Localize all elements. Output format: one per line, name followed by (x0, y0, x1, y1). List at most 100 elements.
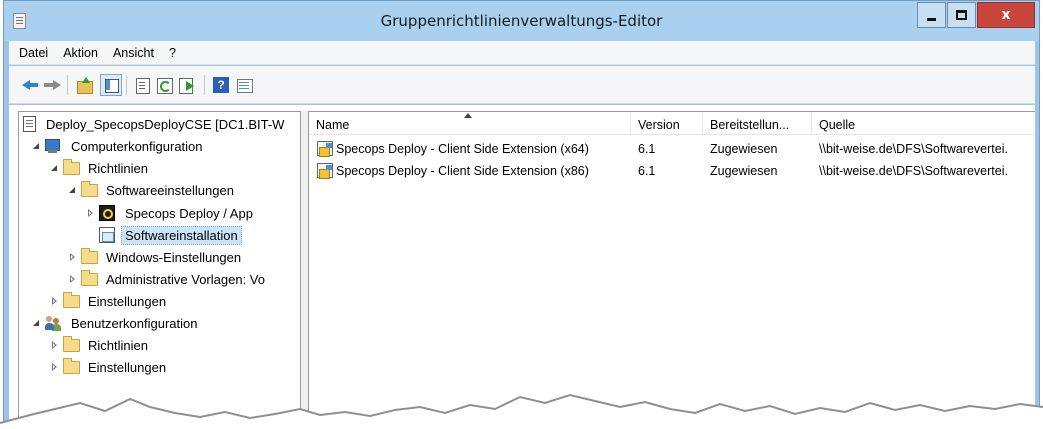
expand-closed-icon[interactable] (49, 296, 60, 306)
minimize-icon (927, 17, 936, 21)
expand-open-icon[interactable] (49, 163, 60, 173)
cell-name: Specops Deploy - Client Side Extension (… (336, 142, 589, 156)
column-header-version[interactable]: Version (631, 112, 703, 135)
cell-version: 6.1 (638, 164, 656, 178)
folder-icon (63, 357, 80, 374)
forward-icon[interactable] (44, 77, 61, 93)
package-icon (317, 163, 333, 179)
expand-open-icon[interactable] (31, 141, 42, 151)
tree-root-gpo[interactable]: Deploy_SpecopsDeployCSE [DC1.BIT-W (23, 113, 288, 135)
menu-datei[interactable]: Datei (12, 46, 56, 60)
editor-window: Gruppenrichtlinienverwaltungs-Editor x D… (3, 0, 1040, 429)
tree-item-label: Deploy_SpecopsDeployCSE [DC1.BIT-W (46, 116, 285, 132)
list-item[interactable]: Specops Deploy - Client Side Extension (… (309, 160, 1035, 182)
folder-icon (63, 335, 80, 352)
cell-source: \\bit-weise.de\DFS\Softwarevertei. (819, 164, 1008, 178)
cell-name: Specops Deploy - Client Side Extension (… (336, 164, 589, 178)
view-icon[interactable] (236, 77, 253, 93)
toolbar-separator (204, 75, 205, 95)
expand-closed-icon[interactable] (67, 274, 78, 284)
toolbar: ? (9, 66, 1035, 104)
pane-splitter[interactable] (301, 111, 308, 429)
document-icon (23, 116, 36, 132)
tree-item-einstellungen[interactable]: Einstellungen (49, 290, 170, 312)
properties-icon[interactable] (134, 77, 151, 94)
column-header-label: Name (316, 118, 350, 132)
tree-item-benutzerkonfiguration[interactable]: Benutzerkonfiguration (31, 312, 201, 334)
tree-item-windows-einstellungen[interactable]: Windows-Einstellungen (67, 246, 245, 268)
column-header-label: Quelle (819, 118, 856, 132)
list-header: Name Version Bereitstellun... Quelle (309, 112, 1035, 135)
title-bar[interactable]: Gruppenrichtlinienverwaltungs-Editor x (4, 1, 1039, 41)
export-list-icon[interactable] (178, 77, 195, 94)
column-header-label: Bereitstellun... (710, 118, 790, 132)
tree-item-label: Windows-Einstellungen (106, 249, 242, 265)
tree-item-label: Administrative Vorlagen: Vo (106, 271, 265, 287)
expand-closed-icon[interactable] (85, 208, 96, 218)
expand-closed-icon[interactable] (67, 252, 78, 262)
tree-item-label: Einstellungen (88, 359, 167, 375)
folder-icon (81, 269, 98, 286)
cell-source: \\bit-weise.de\DFS\Softwarevertei. (819, 142, 1008, 156)
content-area: Deploy_SpecopsDeployCSE [DC1.BIT-W Compu… (9, 105, 1035, 429)
cell-deployment: Zugewiesen (710, 164, 778, 178)
toolbar-separator (126, 75, 127, 95)
expand-closed-icon[interactable] (49, 362, 60, 372)
tree-pane: Deploy_SpecopsDeployCSE [DC1.BIT-W Compu… (18, 111, 301, 429)
tree-item-label: Benutzerkonfiguration (71, 315, 198, 331)
folder-icon (63, 158, 80, 175)
folder-icon (81, 247, 98, 264)
column-header-source[interactable]: Quelle (812, 112, 1035, 135)
tree-item-label: Richtlinien (88, 337, 148, 353)
up-level-icon[interactable] (76, 77, 93, 94)
toolbar-separator (67, 75, 68, 95)
expand-open-icon[interactable] (67, 185, 78, 195)
tree-item-label: Softwareeinstellungen (106, 182, 234, 198)
column-header-deployment[interactable]: Bereitstellun... (703, 112, 812, 135)
refresh-icon[interactable] (156, 77, 173, 94)
tree-item-computerkonfiguration[interactable]: Computerkonfiguration (31, 135, 207, 157)
torn-edge-decoration (0, 393, 1043, 429)
close-button[interactable]: x (977, 2, 1035, 28)
back-icon[interactable] (22, 77, 39, 93)
tree-item-softwareeinstellungen[interactable]: Softwareeinstellungen (67, 179, 238, 201)
menu-bar: Datei Aktion Ansicht ? (9, 41, 1035, 65)
close-icon: x (1001, 7, 1011, 23)
window-title: Gruppenrichtlinienverwaltungs-Editor (380, 12, 663, 30)
tree-item-softwareinstallation[interactable]: Softwareinstallation (99, 224, 242, 246)
tree-item-richtlinien[interactable]: Richtlinien (49, 157, 152, 179)
folder-icon (63, 291, 80, 308)
tree-item-label: Einstellungen (88, 293, 167, 309)
column-header-label: Version (638, 118, 680, 132)
software-install-icon (99, 227, 115, 243)
list-item[interactable]: Specops Deploy - Client Side Extension (… (309, 138, 1035, 160)
tree-item-user-einstellungen[interactable]: Einstellungen (49, 356, 170, 378)
tree-item-label: Softwareinstallation (121, 225, 242, 245)
cell-version: 6.1 (638, 142, 656, 156)
show-tree-icon[interactable] (100, 74, 122, 96)
maximize-button[interactable] (947, 2, 976, 28)
specops-icon (99, 205, 115, 221)
folder-icon (81, 180, 98, 197)
expand-closed-icon[interactable] (49, 340, 60, 350)
menu-aktion[interactable]: Aktion (56, 46, 106, 60)
tree-item-label: Richtlinien (88, 160, 148, 176)
computer-icon (45, 138, 62, 154)
tree-item-administrative-vorlagen[interactable]: Administrative Vorlagen: Vo (67, 268, 269, 290)
sort-ascending-icon (464, 113, 472, 118)
cell-deployment: Zugewiesen (710, 142, 778, 156)
users-icon (45, 315, 62, 331)
tree-item-label: Computerkonfiguration (71, 138, 203, 154)
tree-item-label: Specops Deploy / App (125, 205, 253, 221)
minimize-button[interactable] (917, 2, 946, 28)
column-header-name[interactable]: Name (309, 112, 631, 135)
tree-item-user-richtlinien[interactable]: Richtlinien (49, 334, 152, 356)
menu-ansicht[interactable]: Ansicht (106, 46, 162, 60)
help-icon[interactable]: ? (213, 77, 229, 93)
tree-item-specops-deploy[interactable]: Specops Deploy / App (85, 202, 257, 224)
expand-open-icon[interactable] (31, 318, 42, 328)
maximize-icon (956, 10, 967, 20)
package-icon (317, 141, 333, 157)
menu-help[interactable]: ? (162, 46, 184, 60)
list-pane: Name Version Bereitstellun... Quelle Spe… (308, 111, 1035, 429)
